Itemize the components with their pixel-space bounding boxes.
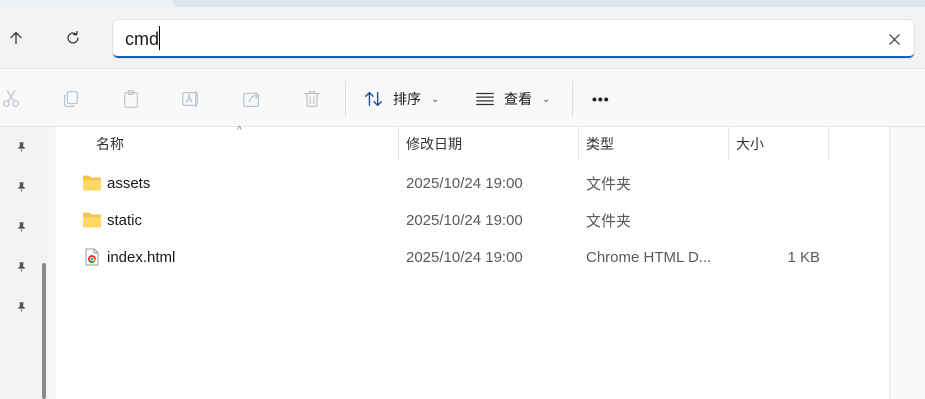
refresh-button[interactable] (57, 22, 89, 54)
more-options-button[interactable]: ••• (592, 85, 610, 113)
file-name: assets (107, 174, 151, 192)
chevron-down-icon: ⌄ (431, 93, 440, 105)
paste-button[interactable] (119, 87, 143, 111)
copy-icon (63, 91, 79, 107)
navigation-scrollbar[interactable] (42, 263, 46, 399)
file-name: static (107, 211, 143, 229)
file-modified: 2025/10/24 19:00 (406, 248, 523, 266)
column-separator[interactable] (828, 127, 829, 160)
clipboard-icon (123, 90, 139, 108)
share-icon (243, 91, 260, 107)
file-type: Chrome HTML D... (586, 248, 712, 266)
view-list-icon (476, 92, 494, 106)
sort-label: 排序 (393, 91, 421, 107)
view-button[interactable]: 查看 ⌄ (474, 85, 550, 113)
up-button[interactable] (0, 22, 32, 54)
command-separator (572, 81, 573, 117)
rename-icon (182, 90, 199, 108)
share-button[interactable] (240, 87, 264, 111)
address-row (0, 8, 925, 68)
table-row[interactable]: static 2025/10/24 19:00 文件夹 (56, 202, 889, 238)
file-size (736, 202, 820, 238)
column-separator[interactable] (398, 127, 399, 160)
file-modified: 2025/10/24 19:00 (406, 211, 523, 229)
clear-address-button[interactable] (884, 29, 904, 49)
chrome-html-icon (85, 248, 99, 266)
column-header-type[interactable]: 类型 (586, 127, 614, 160)
file-name: index.html (107, 248, 176, 266)
sort-ascending-icon: ^ (237, 125, 242, 136)
pin-icon[interactable] (13, 219, 29, 235)
chevron-down-icon: ⌄ (542, 93, 551, 105)
tab-bar-edge (172, 0, 925, 7)
column-header-size[interactable]: 大小 (736, 127, 764, 160)
command-bar: 排序 ⌄ 查看 ⌄ ••• (0, 68, 925, 127)
pin-icon[interactable] (13, 139, 29, 155)
table-row[interactable]: index.html 2025/10/24 19:00 Chrome HTML … (56, 239, 889, 275)
sort-icon (365, 91, 383, 107)
command-separator (345, 81, 346, 117)
address-bar[interactable] (113, 20, 914, 58)
folder-icon (83, 175, 101, 191)
delete-button[interactable] (300, 87, 324, 111)
column-header-name[interactable]: 名称 (96, 127, 124, 160)
navigation-pane (0, 127, 36, 399)
details-pane-edge (889, 127, 925, 399)
file-size: 1 KB (787, 248, 820, 266)
file-list: ^ 名称 修改日期 类型 大小 assets 2025/10/24 19:00 … (56, 125, 889, 399)
file-modified: 2025/10/24 19:00 (406, 174, 523, 192)
cut-button[interactable] (0, 87, 24, 111)
scissors-icon (3, 90, 20, 107)
close-icon (888, 33, 900, 45)
view-label: 查看 (504, 91, 532, 107)
title-strip (0, 0, 925, 8)
pane-divider[interactable] (48, 127, 56, 399)
file-type: 文件夹 (586, 212, 632, 230)
folder-icon (83, 212, 101, 228)
more-options-icon: ••• (592, 91, 610, 107)
table-row[interactable]: assets 2025/10/24 19:00 文件夹 (56, 165, 889, 201)
trash-icon (304, 91, 320, 107)
sort-button[interactable]: 排序 ⌄ (363, 85, 439, 113)
text-caret (159, 26, 160, 50)
file-size (736, 165, 820, 201)
refresh-icon (67, 30, 79, 44)
address-input[interactable] (125, 27, 825, 51)
arrow-up-icon (10, 31, 22, 45)
column-separator[interactable] (578, 127, 579, 160)
file-type: 文件夹 (586, 175, 632, 193)
copy-button[interactable] (59, 87, 83, 111)
column-separator[interactable] (728, 127, 729, 160)
pin-icon[interactable] (13, 259, 29, 275)
rename-button[interactable] (179, 87, 203, 111)
column-header-modified[interactable]: 修改日期 (406, 127, 462, 160)
pin-icon[interactable] (13, 299, 29, 315)
pin-icon[interactable] (13, 179, 29, 195)
